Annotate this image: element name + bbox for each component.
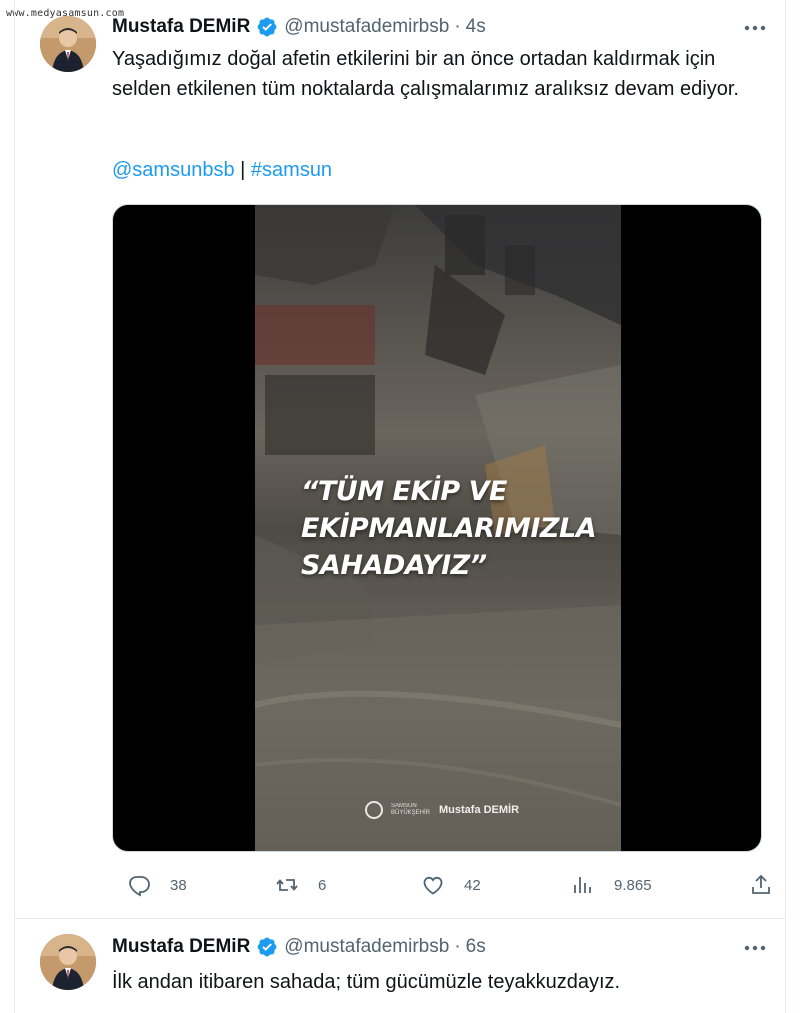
tweet-header: Mustafa DEMiR @mustafademirbsb · 6s	[112, 934, 486, 960]
like-icon	[420, 872, 446, 898]
link-separator: |	[240, 159, 246, 181]
logo-name: Mustafa DEMİR	[439, 804, 520, 816]
tweet[interactable]: Mustafa DEMiR @mustafademirbsb · 4s Yaşa…	[14, 0, 786, 918]
tweet-links: @samsunbsb | #samsun	[112, 159, 332, 182]
avatar[interactable]	[40, 934, 96, 990]
reply-button[interactable]: 38	[126, 868, 187, 902]
retweet-count: 6	[318, 876, 327, 894]
share-button[interactable]	[748, 868, 774, 902]
like-button[interactable]: 42	[420, 868, 481, 902]
tweet-text: Yaşadığımız doğal afetin etkilerini bir …	[112, 48, 739, 100]
retweet-icon	[274, 872, 300, 898]
reply-icon	[126, 872, 152, 898]
more-icon[interactable]	[740, 936, 770, 960]
video-overlay-text: “TÜM EKİP VE EKİPMANLARIMIZLA SAHADAYIZ”	[301, 476, 597, 581]
more-icon[interactable]	[740, 16, 770, 40]
retweet-button[interactable]: 6	[274, 868, 326, 902]
video-frame[interactable]: “TÜM EKİP VE EKİPMANLARIMIZLA SAHADAYIZ”…	[255, 205, 621, 851]
like-count: 42	[464, 876, 481, 894]
share-icon	[748, 872, 774, 898]
author-handle[interactable]: @mustafademirbsb	[284, 16, 449, 38]
dot-separator: ·	[454, 16, 461, 37]
tweet[interactable]: Mustafa DEMiR @mustafademirbsb · 6s İlk …	[14, 920, 786, 1013]
hashtag-link[interactable]: #samsun	[251, 159, 332, 181]
video-logo: SAMSUN BÜYÜKŞEHİR Mustafa DEMİR	[365, 801, 519, 819]
tweet-text: İlk andan itibaren sahada; tüm gücümüzle…	[112, 971, 621, 993]
tweet-header: Mustafa DEMiR @mustafademirbsb · 4s	[112, 14, 486, 40]
reply-count: 38	[170, 876, 187, 894]
author-handle[interactable]: @mustafademirbsb	[284, 936, 449, 958]
dot-separator: ·	[454, 936, 461, 957]
timestamp[interactable]: 4s	[466, 16, 486, 38]
verified-badge-icon	[256, 16, 278, 38]
author-name[interactable]: Mustafa DEMiR	[112, 16, 250, 38]
views-icon	[570, 872, 596, 898]
author-name[interactable]: Mustafa DEMiR	[112, 936, 250, 958]
timestamp[interactable]: 6s	[466, 936, 486, 958]
municipality-logo-icon	[365, 801, 383, 819]
tweet-actions: 38 6 42 9.865	[112, 868, 776, 902]
view-count: 9.865	[614, 876, 652, 894]
video-player[interactable]: “TÜM EKİP VE EKİPMANLARIMIZLA SAHADAYIZ”…	[112, 204, 762, 852]
mention-link[interactable]: @samsunbsb	[112, 159, 235, 181]
tweet-divider	[14, 918, 786, 919]
logo-small-text: SAMSUN BÜYÜKŞEHİR	[391, 803, 431, 816]
avatar[interactable]	[40, 16, 96, 72]
views-button[interactable]: 9.865	[570, 868, 652, 902]
verified-badge-icon	[256, 936, 278, 958]
